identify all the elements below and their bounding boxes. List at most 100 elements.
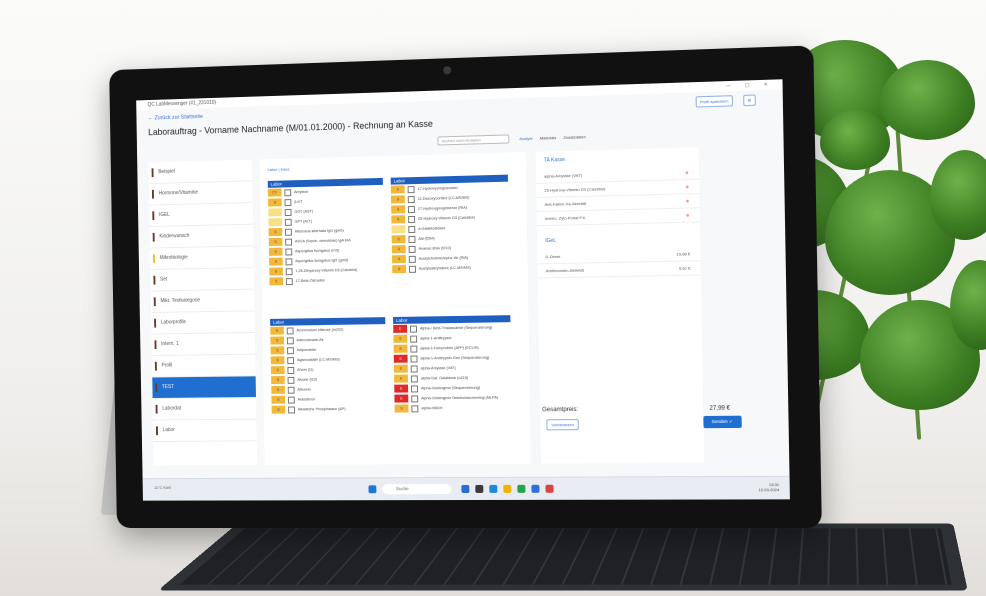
tab-materials[interactable]: Materials (540, 135, 556, 141)
checkbox[interactable] (284, 188, 292, 196)
remove-icon[interactable]: ⊗ (685, 170, 689, 175)
analyte-row[interactable]: S 17-Beta-Östradiol (269, 274, 384, 286)
sidebar-item[interactable]: Mikr. Textkategorie (150, 289, 255, 314)
checkbox[interactable] (286, 336, 294, 344)
checkbox[interactable] (411, 384, 419, 392)
remove-icon[interactable]: ⊗ (685, 184, 689, 189)
breadcrumb[interactable]: Labor | Kaes (268, 167, 290, 173)
send-button[interactable]: Senden ✓ (703, 415, 742, 429)
checkbox[interactable] (411, 394, 419, 402)
sidebar-item[interactable]: Labor (152, 419, 257, 442)
sidebar-item[interactable]: Hormone/Vitamine (148, 181, 253, 206)
tab-zusatzdaten[interactable]: Zusatzdaten (563, 134, 585, 140)
remove-icon[interactable]: ⊗ (686, 198, 690, 203)
sidebar-item-active[interactable]: TEST (152, 376, 256, 399)
page-title: Laborauftrag - Vorname Nachname (M/01.01… (148, 118, 433, 138)
sidebar-item[interactable]: Profil (151, 354, 256, 378)
analyte-row[interactable]: Salpha-HBDH (394, 402, 512, 413)
analyte-panel: Labor CT-Kasse Amylase Sβ-KT GOT (AST) GPT (… (267, 177, 385, 287)
sidebar-item[interactable]: Beispiel (148, 159, 253, 185)
checkbox[interactable] (410, 355, 418, 363)
clock[interactable]: 13:31 12.03.2024 (758, 482, 779, 492)
checkbox[interactable] (285, 238, 293, 246)
analyte-label: Amylase (294, 189, 309, 195)
checkbox[interactable] (408, 235, 416, 243)
app-icon[interactable] (461, 484, 470, 494)
checkbox[interactable] (407, 185, 415, 193)
window-controls[interactable]: — ▢ ✕ (726, 82, 775, 90)
photo-scene: QC LabMessenger (#1_231010) — ▢ ✕ ← Zurü… (0, 0, 986, 596)
analyte-label: Alpha-Globingene (Sequenzierung) (420, 385, 481, 391)
checkbox[interactable] (287, 386, 295, 394)
app-icon[interactable] (545, 484, 554, 493)
analyte-label: 25-Hydroxy-Vitamin D3 (Calcidiol) (417, 215, 475, 221)
taskbar-search[interactable]: Suche (382, 484, 452, 495)
igel-item: Antithrombin-Aktivität 9,61 € (537, 261, 701, 279)
checkbox[interactable] (408, 255, 416, 263)
folder-icon[interactable] (503, 484, 512, 493)
checkbox[interactable] (410, 345, 418, 353)
analyte-label: alpha-1-Antitrypsin (420, 336, 452, 341)
price-tag: E (393, 324, 408, 333)
analyte-row[interactable]: S Acetylsalicylsäure (LC-MS/MS) (392, 262, 509, 274)
checkbox[interactable] (410, 374, 418, 383)
settings-button[interactable]: ⚙ (743, 94, 756, 107)
analyte-label: a-Galaktosidase (418, 226, 446, 231)
app-icon[interactable] (531, 484, 540, 493)
checkbox[interactable] (284, 218, 292, 226)
checkbox[interactable] (287, 366, 295, 374)
sidebar-item[interactable]: Intern. 1 (151, 332, 256, 356)
start-icon[interactable] (368, 485, 377, 494)
checkbox[interactable] (408, 245, 416, 253)
save-profile-button[interactable]: Profil speichern (695, 95, 733, 108)
analyte-row[interactable]: S Alkalische Phosphatase (AP) (271, 404, 387, 415)
app-icon[interactable] (489, 484, 498, 493)
checkbox[interactable] (284, 198, 292, 206)
analyte-label: Alkalische Phosphatase (AP) (297, 407, 346, 412)
tablet-screen: QC LabMessenger (#1_231010) — ▢ ✕ ← Zurü… (136, 79, 790, 501)
analyte-label: Albumin (297, 387, 311, 392)
checkbox[interactable] (285, 267, 293, 275)
checkbox[interactable] (411, 404, 419, 412)
sidebar-item[interactable]: IGEL (149, 203, 254, 228)
price-tag: E (393, 354, 408, 363)
price-tag: S (269, 267, 283, 276)
analyte-panel: Labor S 17-Hydroxypregnenolon S 11-Desoxyco… (390, 174, 510, 275)
checkbox[interactable] (410, 364, 418, 373)
checkbox[interactable] (284, 208, 292, 216)
search-input[interactable]: Suchen nach Analyten (437, 134, 510, 146)
checkbox[interactable] (407, 205, 415, 213)
back-link[interactable]: ← Zurück zur Startseite (148, 114, 203, 122)
weather-widget[interactable]: 11°C Kühl (154, 485, 171, 490)
sidebar-item[interactable]: Kinderwunsch (149, 224, 254, 249)
analyte-label: Adenosinase-Ak (296, 337, 324, 343)
sidebar-item[interactable]: Set (150, 267, 255, 292)
checkbox[interactable] (287, 346, 294, 354)
app-icon[interactable] (475, 484, 484, 493)
sidebar-item[interactable]: Mikrobiologie (150, 246, 254, 271)
price-tag: S (268, 247, 283, 256)
analyte-label: alpha-HBDH (421, 406, 443, 411)
checkbox[interactable] (285, 228, 292, 236)
checkbox[interactable] (410, 335, 418, 343)
checkbox[interactable] (285, 247, 293, 256)
remove-icon[interactable]: ⊗ (686, 213, 690, 218)
checkbox[interactable] (407, 195, 415, 203)
checkbox[interactable] (408, 265, 416, 273)
checkbox[interactable] (287, 376, 295, 384)
app-icon[interactable] (517, 484, 526, 493)
checkbox[interactable] (409, 325, 418, 333)
checkbox[interactable] (288, 405, 295, 413)
tab-analyte[interactable]: Analyte (519, 136, 532, 141)
checkbox[interactable] (286, 326, 294, 334)
sidebar-item[interactable]: Laborprofile (151, 311, 255, 335)
checkbox[interactable] (408, 225, 416, 233)
preview-button[interactable]: Vorbesetzen (546, 419, 580, 431)
checkbox[interactable] (285, 277, 293, 285)
checkbox[interactable] (408, 215, 416, 223)
sidebar-item[interactable]: Labordat (152, 397, 257, 421)
checkbox[interactable] (287, 396, 295, 404)
checkbox[interactable] (287, 356, 295, 364)
checkbox[interactable] (285, 257, 293, 265)
analyte-label: Alternaria alternata IgG (gm6) (294, 228, 344, 234)
